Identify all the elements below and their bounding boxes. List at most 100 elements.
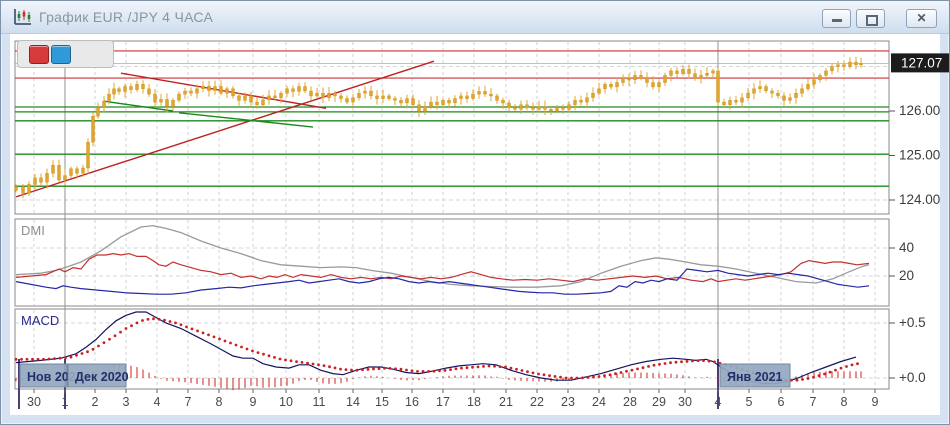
candle-body bbox=[603, 84, 607, 89]
candle-body bbox=[411, 98, 415, 105]
macd-signal-dot bbox=[548, 374, 551, 377]
candle-body bbox=[303, 86, 307, 92]
candle-body bbox=[285, 88, 289, 94]
candle-body bbox=[153, 93, 157, 103]
candle-body bbox=[231, 88, 235, 97]
macd-signal-dot bbox=[564, 376, 568, 380]
candle-body bbox=[201, 85, 205, 89]
macd-signal-dot bbox=[410, 369, 414, 373]
x-tick-label: 3 bbox=[123, 395, 130, 409]
macd-signal-dot bbox=[399, 367, 403, 371]
x-tick-label: 7 bbox=[810, 395, 817, 409]
candle-body bbox=[219, 86, 223, 94]
macd-signal-dot bbox=[36, 357, 40, 361]
macd-signal-dot bbox=[361, 368, 364, 372]
candle-body bbox=[728, 100, 732, 105]
x-tick-label: 17 bbox=[436, 395, 450, 409]
macd-signal-dot bbox=[201, 331, 205, 335]
macd-signal-dot bbox=[328, 365, 331, 369]
macd-signal-dot bbox=[311, 362, 315, 366]
macd-signal-dot bbox=[795, 378, 799, 382]
candle-body bbox=[495, 95, 499, 101]
macd-signal-dot bbox=[443, 369, 447, 372]
red-marker-button[interactable] bbox=[29, 45, 49, 64]
candle-body bbox=[213, 86, 217, 91]
candle-body bbox=[543, 106, 547, 110]
candle-body bbox=[859, 63, 863, 66]
x-tick-label: 10 bbox=[279, 395, 293, 409]
macd-signal-dot bbox=[179, 323, 183, 327]
candle-body bbox=[321, 92, 325, 98]
candle-body bbox=[465, 95, 469, 99]
current-price-flag-label: 127.07 bbox=[901, 55, 942, 70]
macd-signal-dot bbox=[234, 343, 238, 347]
macd-signal-dot bbox=[680, 360, 683, 364]
candle-body bbox=[609, 84, 613, 88]
candle-body bbox=[279, 92, 283, 98]
candle-body bbox=[45, 173, 49, 183]
candle-body bbox=[96, 107, 100, 117]
x-tick-label: 14 bbox=[346, 395, 360, 409]
candle-body bbox=[165, 99, 169, 107]
macd-signal-dot bbox=[597, 375, 601, 378]
candle-body bbox=[459, 95, 463, 99]
x-tick-label: 9 bbox=[872, 395, 879, 409]
x-tick-label: 18 bbox=[467, 395, 481, 409]
macd-signal-dot bbox=[828, 370, 832, 374]
candle-body bbox=[102, 100, 106, 108]
macd-signal-dot bbox=[586, 376, 590, 379]
candle-body bbox=[501, 100, 505, 104]
macd-signal-dot bbox=[823, 372, 826, 376]
candle-body bbox=[705, 72, 709, 76]
month-label: Янв 2021 bbox=[727, 370, 783, 384]
macd-signal-dot bbox=[542, 373, 546, 377]
macd-signal-dot bbox=[14, 357, 18, 361]
candle-body bbox=[842, 64, 846, 67]
candle-body bbox=[357, 92, 361, 98]
macd-signal-dot bbox=[289, 359, 293, 363]
candle-body bbox=[489, 93, 493, 97]
price-tick-label: 126.00 bbox=[899, 103, 940, 118]
candle-body bbox=[112, 88, 116, 95]
candle-body bbox=[117, 88, 121, 92]
macd-signal-dot bbox=[212, 335, 216, 339]
candle-body bbox=[339, 95, 343, 99]
candle-body bbox=[441, 100, 445, 105]
candle-body bbox=[633, 75, 637, 81]
candle-body bbox=[363, 90, 367, 94]
macd-signal-dot bbox=[75, 353, 78, 357]
macd-signal-dot bbox=[273, 356, 276, 359]
x-tick-label: 11 bbox=[313, 395, 326, 409]
price-chart[interactable]: DMI MACD 126.00 125.00 124.00 127.07 40 20 +0.5 +… bbox=[1, 1, 949, 424]
candle-body bbox=[351, 97, 355, 103]
macd-signal-dot bbox=[130, 324, 133, 328]
macd-signal-dot bbox=[416, 370, 419, 373]
chart-toolbar bbox=[17, 40, 114, 68]
macd-signal-dot bbox=[614, 372, 617, 376]
candle-body bbox=[740, 97, 744, 103]
candle-body bbox=[693, 73, 697, 79]
candle-body bbox=[237, 95, 241, 101]
x-tick-label: 28 bbox=[623, 395, 637, 409]
macd-signal-dot bbox=[438, 369, 441, 373]
candle-body bbox=[393, 98, 397, 101]
macd-signal-dot bbox=[108, 337, 111, 341]
candle-body bbox=[447, 100, 451, 104]
candle-body bbox=[854, 61, 858, 65]
macd-signal-dot bbox=[647, 365, 650, 368]
candle-body bbox=[57, 165, 61, 181]
candle-body bbox=[812, 79, 816, 85]
month-label: Дек 2020 bbox=[75, 370, 129, 384]
candle-body bbox=[770, 90, 774, 94]
macd-signal-dot bbox=[592, 375, 595, 379]
blue-marker-button[interactable] bbox=[51, 45, 71, 64]
candle-body bbox=[27, 184, 31, 194]
candle-body bbox=[699, 75, 703, 79]
macd-signal-dot bbox=[482, 365, 485, 368]
candle-body bbox=[135, 84, 139, 90]
macd-signal-dot bbox=[817, 374, 821, 378]
candle-body bbox=[752, 88, 756, 94]
macd-signal-dot bbox=[306, 361, 309, 365]
candle-body bbox=[764, 86, 768, 92]
macd-signal-dot bbox=[190, 327, 194, 331]
